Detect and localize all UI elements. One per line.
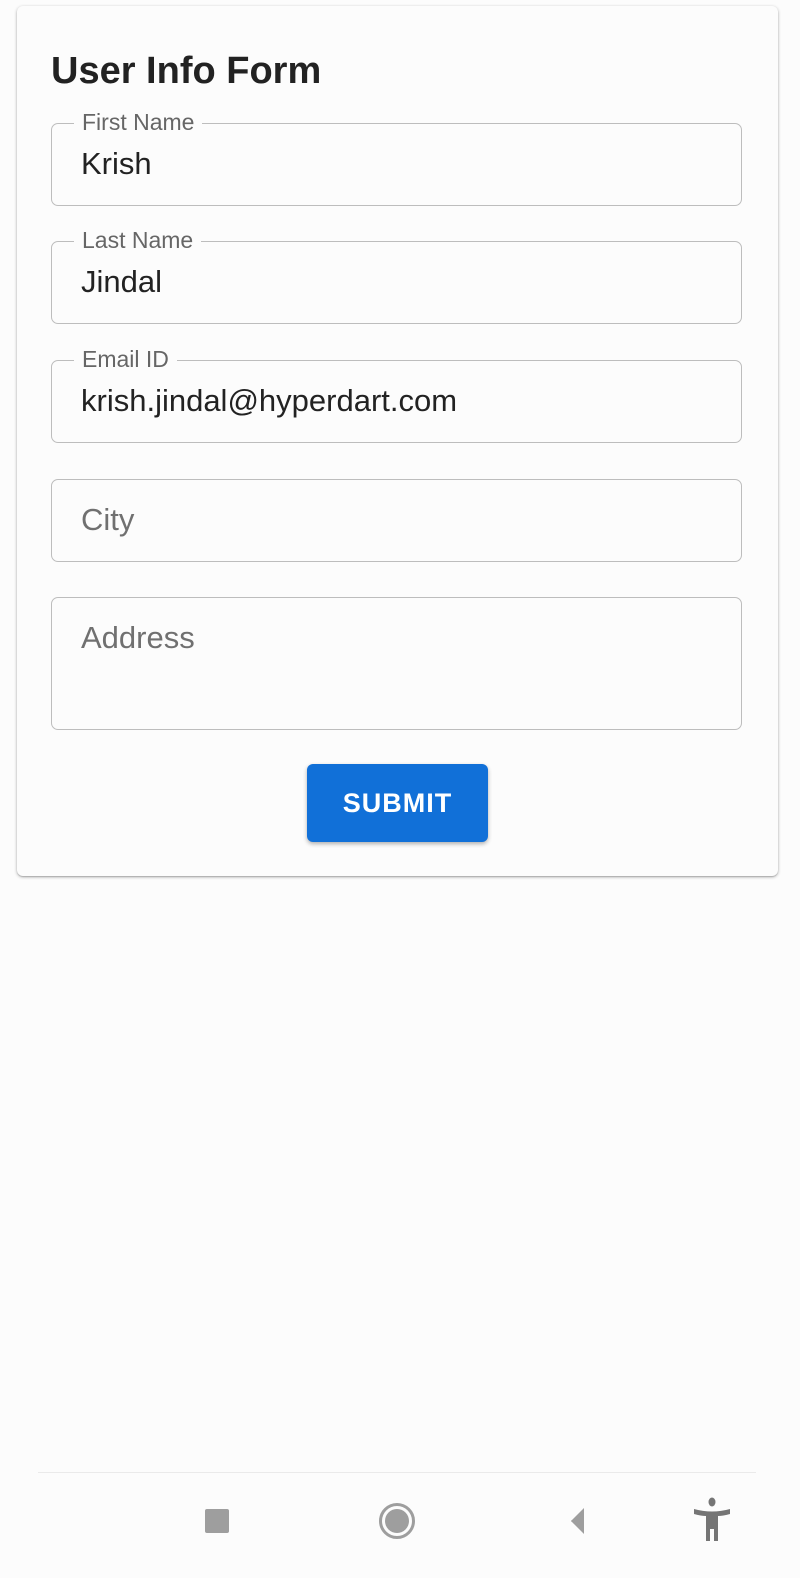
accessibility-button[interactable] bbox=[687, 1496, 737, 1546]
first-name-field[interactable]: First Name Krish bbox=[51, 108, 742, 206]
accessibility-icon bbox=[694, 1497, 730, 1541]
recents-button[interactable] bbox=[192, 1496, 242, 1546]
city-field[interactable]: City bbox=[51, 479, 742, 562]
back-triangle-icon bbox=[571, 1508, 584, 1534]
submit-button[interactable]: SUBMIT bbox=[307, 764, 488, 842]
first-name-label: First Name bbox=[74, 108, 203, 136]
email-label: Email ID bbox=[74, 345, 177, 373]
last-name-field[interactable]: Last Name Jindal bbox=[51, 226, 742, 324]
recents-square-icon bbox=[205, 1509, 229, 1533]
email-value[interactable]: krish.jindal@hyperdart.com bbox=[81, 381, 457, 421]
address-field[interactable]: Address bbox=[51, 597, 742, 730]
form-title: User Info Form bbox=[51, 50, 322, 92]
address-placeholder: Address bbox=[81, 620, 195, 655]
city-placeholder: City bbox=[81, 502, 135, 537]
last-name-label: Last Name bbox=[74, 226, 202, 254]
home-circle-icon bbox=[379, 1503, 415, 1539]
home-button[interactable] bbox=[372, 1496, 422, 1546]
user-info-form-card: User Info Form First Name Krish Last Nam… bbox=[17, 6, 778, 876]
nav-bar-divider bbox=[38, 1472, 756, 1473]
last-name-value[interactable]: Jindal bbox=[81, 262, 162, 302]
back-button[interactable] bbox=[549, 1496, 599, 1546]
first-name-value[interactable]: Krish bbox=[81, 144, 152, 184]
email-field[interactable]: Email ID krish.jindal@hyperdart.com bbox=[51, 345, 742, 443]
